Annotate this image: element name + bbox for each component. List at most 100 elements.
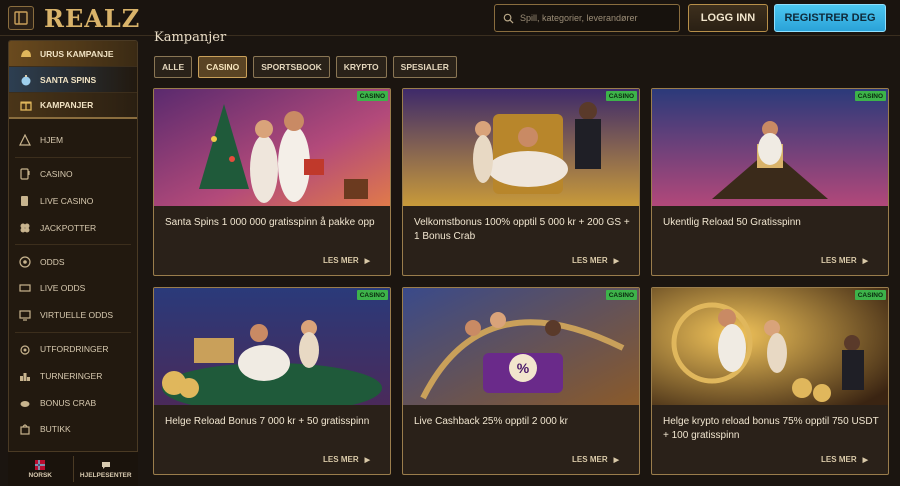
arrow-right-icon: ▶ — [364, 257, 370, 265]
promo-image — [652, 89, 888, 206]
sidebar-promo-urus[interactable]: URUS KAMPANJE — [9, 41, 137, 67]
arrow-right-icon: ▶ — [862, 456, 868, 464]
promo-image — [154, 288, 390, 405]
read-more-link[interactable]: LES MER ▶ — [323, 256, 370, 265]
read-more-link[interactable]: LES MER ▶ — [821, 256, 868, 265]
sidebar-item-label: ODDS — [40, 256, 65, 267]
ball-icon — [19, 255, 31, 268]
shop-icon — [19, 423, 31, 435]
norway-flag-icon — [35, 459, 46, 470]
promo-image — [403, 89, 639, 206]
filter-sportsbook[interactable]: SPORTSBOOK — [253, 56, 330, 78]
sidebar-item-label: CASINO — [40, 169, 73, 180]
sidebar: URUS KAMPANJE SANTA SPINS KAMPANJER HJEM… — [8, 40, 138, 486]
cards-icon — [19, 195, 31, 207]
sidebar-item-tournaments[interactable]: TURNERINGER — [9, 362, 137, 389]
read-more-link[interactable]: LES MER ▶ — [572, 455, 619, 464]
read-more-link[interactable]: LES MER ▶ — [572, 256, 619, 265]
filter-all[interactable]: ALLE — [154, 56, 193, 78]
search-icon — [503, 13, 514, 24]
crab-icon — [19, 397, 31, 409]
promo-title: Santa Spins 1 000 000 gratisspinn å pakk… — [165, 217, 375, 228]
sidebar-item-label: VIRTUELLE ODDS — [40, 310, 114, 321]
read-more-label: LES MER — [821, 455, 857, 464]
category-badge: CASINO — [356, 91, 388, 101]
promo-image: % — [403, 288, 639, 405]
home-icon — [19, 134, 31, 146]
sidebar-promo-santa-spins[interactable]: SANTA SPINS — [9, 67, 137, 93]
read-more-label: LES MER — [323, 455, 359, 464]
sidebar-promo-label: SANTA SPINS — [40, 74, 97, 85]
promo-title: Helge krypto reload bonus 75% opptil 750… — [663, 416, 879, 441]
live-icon — [19, 282, 31, 294]
filter-bar: ALLE CASINO SPORTSBOOK KRYPTO SPESIALER — [154, 56, 457, 78]
sidebar-item-casino[interactable]: CASINO — [9, 161, 137, 188]
login-button[interactable]: LOGG INN — [688, 4, 768, 32]
sidebar-item-label: TURNERINGER — [40, 370, 103, 381]
read-more-link[interactable]: LES MER ▶ — [821, 455, 868, 464]
sidebar-item-bonus-crab[interactable]: BONUS CRAB — [9, 389, 137, 416]
arrow-right-icon: ▶ — [862, 257, 868, 265]
sidebar-promo-kampanjer[interactable]: KAMPANJER — [9, 93, 137, 119]
clover-icon — [19, 222, 31, 234]
promo-card-weekly-reload[interactable]: CASINO Ukentlig Reload 50 Gratisspinn LE… — [651, 88, 889, 276]
promo-title: Ukentlig Reload 50 Gratisspinn — [663, 217, 801, 228]
sidebar-item-live-casino[interactable]: LIVE CASINO — [9, 188, 137, 215]
filter-specials[interactable]: SPESIALER — [392, 56, 457, 78]
register-button[interactable]: REGISTRER DEG — [774, 4, 886, 32]
arrow-right-icon: ▶ — [613, 456, 619, 464]
main-content: Kampanjer ALLE CASINO SPORTSBOOK KRYPTO … — [146, 30, 900, 486]
promo-card-weekend-reload[interactable]: CASINO Helge Reload Bonus 7 000 kr + 50 … — [153, 287, 391, 475]
category-badge: CASINO — [854, 290, 886, 300]
sidebar-item-label: LIVE ODDS — [40, 283, 86, 294]
sidebar-item-label: BONUS CRAB — [40, 397, 97, 408]
category-badge: CASINO — [356, 290, 388, 300]
read-more-label: LES MER — [572, 256, 608, 265]
sidebar-toggle-button[interactable] — [8, 6, 34, 30]
filter-crypto[interactable]: KRYPTO — [335, 56, 387, 78]
sidebar-item-shop[interactable]: BUTIKK — [9, 416, 137, 443]
site-logo[interactable]: REALZ — [44, 4, 140, 33]
sidebar-item-label: LIVE CASINO — [40, 195, 94, 206]
category-badge: CASINO — [605, 290, 637, 300]
sidebar-item-odds[interactable]: ODDS — [9, 248, 137, 275]
read-more-link[interactable]: LES MER ▶ — [323, 455, 370, 464]
promo-image — [154, 89, 390, 206]
promo-card-live-cashback[interactable]: % CASINO Live Cashback 25% opptil 2 000 … — [402, 287, 640, 475]
sidebar-item-home[interactable]: HJEM — [9, 127, 137, 154]
svg-text:%: % — [517, 360, 530, 376]
read-more-label: LES MER — [572, 455, 608, 464]
sidebar-item-live-odds[interactable]: LIVE ODDS — [9, 275, 137, 302]
top-bar: REALZ Spill, kategorier, leverandører LO… — [0, 0, 900, 36]
slot-machine-icon — [19, 168, 31, 180]
promo-card-crypto-reload[interactable]: CASINO Helge krypto reload bonus 75% opp… — [651, 287, 889, 475]
sidebar-item-label: UTFORDRINGER — [40, 343, 109, 354]
promo-card-welcome-bonus[interactable]: CASINO Velkomstbonus 100% opptil 5 000 k… — [402, 88, 640, 276]
gift-icon — [19, 98, 33, 112]
help-center-label: HJELPESENTER — [79, 471, 132, 479]
sidebar-item-challenges[interactable]: UTFORDRINGER — [9, 336, 137, 363]
arrow-right-icon: ▶ — [613, 257, 619, 265]
search-input[interactable]: Spill, kategorier, leverandører — [494, 4, 680, 32]
read-more-label: LES MER — [821, 256, 857, 265]
sidebar-toggle-icon — [14, 11, 28, 25]
podium-icon — [19, 370, 31, 382]
sidebar-item-label: JACKPOTTER — [40, 222, 97, 233]
arrow-right-icon: ▶ — [364, 456, 370, 464]
sidebar-item-virtual-odds[interactable]: VIRTUELLE ODDS — [9, 302, 137, 329]
language-selector[interactable]: NORSK — [8, 452, 73, 486]
help-center-link[interactable]: HJELPESENTER — [74, 452, 139, 486]
medal-icon — [19, 343, 31, 355]
category-badge: CASINO — [605, 91, 637, 101]
filter-casino[interactable]: CASINO — [198, 56, 248, 78]
promo-title: Live Cashback 25% opptil 2 000 kr — [414, 416, 568, 427]
sidebar-promo-label: KAMPANJER — [40, 100, 94, 110]
ornament-icon — [19, 73, 33, 87]
sidebar-item-label: HJEM — [40, 135, 64, 146]
sidebar-item-jackpots[interactable]: JACKPOTTER — [9, 214, 137, 241]
search-placeholder: Spill, kategorier, leverandører — [520, 13, 638, 23]
category-badge: CASINO — [854, 91, 886, 101]
promo-title: Velkomstbonus 100% opptil 5 000 kr + 200… — [414, 217, 630, 242]
promo-card-santa-spins[interactable]: CASINO Santa Spins 1 000 000 gratisspinn… — [153, 88, 391, 276]
sidebar-footer: NORSK HJELPESENTER — [8, 451, 138, 486]
